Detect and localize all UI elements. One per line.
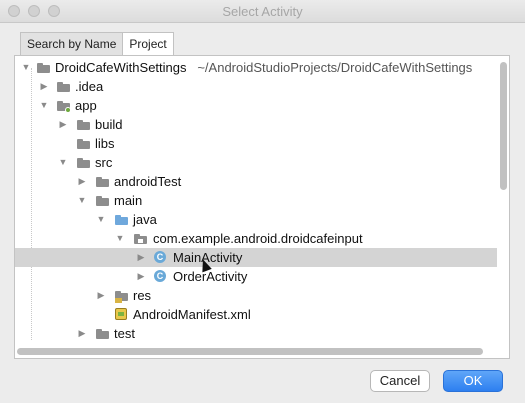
tree-item-label: OrderActivity — [173, 269, 248, 284]
collapsed-arrow-icon[interactable]: ▶ — [95, 286, 107, 305]
class-icon: C — [154, 251, 166, 263]
folder-icon — [96, 196, 109, 206]
tree-row-main[interactable]: ▼ main — [15, 191, 497, 210]
project-tree: ▼ DroidCafeWithSettings ~/AndroidStudioP… — [15, 58, 497, 343]
tree-item-label: app — [75, 98, 97, 113]
tree-item-label: DroidCafeWithSettings ~/AndroidStudioPro… — [55, 60, 473, 75]
tree-item-label: build — [95, 117, 123, 132]
tree-row-src[interactable]: ▼ src — [15, 153, 497, 172]
tree-row-build[interactable]: ▶ build — [15, 115, 497, 134]
tab-project[interactable]: Project — [123, 32, 174, 56]
tree-row-project-root[interactable]: ▼ DroidCafeWithSettings ~/AndroidStudioP… — [15, 58, 497, 77]
cancel-button[interactable]: Cancel — [370, 370, 430, 392]
tree-row-androidtest[interactable]: ▶ androidTest — [15, 172, 497, 191]
tree-row-orderactivity[interactable]: ▶ C OrderActivity — [15, 267, 497, 286]
source-folder-icon — [115, 215, 128, 225]
tree-item-label: java — [133, 212, 157, 227]
collapsed-arrow-icon[interactable]: ▶ — [38, 77, 50, 96]
manifest-icon — [115, 308, 127, 320]
package-icon — [134, 234, 147, 244]
collapsed-arrow-icon[interactable]: ▶ — [76, 172, 88, 191]
collapsed-arrow-icon[interactable]: ▶ — [57, 115, 69, 134]
class-icon: C — [154, 270, 166, 282]
folder-icon — [57, 82, 70, 92]
tree-row-res[interactable]: ▶ res — [15, 286, 497, 305]
project-tree-panel: ▼ DroidCafeWithSettings ~/AndroidStudioP… — [14, 55, 510, 359]
tree-item-label: .idea — [75, 79, 104, 94]
expanded-arrow-icon[interactable]: ▼ — [76, 191, 88, 210]
tree-row-mainactivity[interactable]: ▶ C MainActivity — [15, 248, 497, 267]
tree-row-java[interactable]: ▼ java — [15, 210, 497, 229]
collapsed-arrow-icon[interactable]: ▶ — [135, 267, 147, 286]
tree-row-libs[interactable]: libs — [15, 134, 497, 153]
project-path: ~/AndroidStudioProjects/DroidCafeWithSet… — [197, 60, 473, 75]
tree-item-label: com.example.android.droidcafeinput — [153, 231, 363, 246]
resource-folder-icon — [115, 291, 128, 303]
expanded-arrow-icon[interactable]: ▼ — [57, 153, 69, 172]
tree-row-manifest[interactable]: AndroidManifest.xml — [15, 305, 497, 324]
tree-item-label: AndroidManifest.xml — [133, 307, 251, 322]
folder-icon — [77, 158, 90, 168]
title-bar: Select Activity — [0, 0, 525, 23]
tree-item-label: test — [114, 326, 135, 341]
tree-item-label: main — [114, 193, 143, 208]
tree-row-idea[interactable]: ▶ .idea — [15, 77, 497, 96]
tree-item-label: libs — [95, 136, 115, 151]
tab-search-by-name[interactable]: Search by Name — [20, 32, 124, 55]
folder-icon — [96, 329, 109, 339]
expanded-arrow-icon[interactable]: ▼ — [114, 229, 126, 248]
tree-row-package[interactable]: ▼ com.example.android.droidcafeinput — [15, 229, 497, 248]
folder-icon — [77, 120, 90, 130]
collapsed-arrow-icon[interactable]: ▶ — [135, 248, 147, 267]
project-folder-icon — [37, 63, 50, 73]
vertical-scroll-thumb[interactable] — [500, 62, 507, 190]
module-folder-icon — [57, 101, 71, 113]
tree-item-label: src — [95, 155, 113, 170]
expanded-arrow-icon[interactable]: ▼ — [95, 210, 107, 229]
vertical-scrollbar[interactable] — [500, 60, 507, 342]
horizontal-scroll-thumb[interactable] — [17, 348, 483, 355]
tree-row-test[interactable]: ▶ test — [15, 324, 497, 343]
folder-icon — [96, 177, 109, 187]
expanded-arrow-icon[interactable]: ▼ — [38, 96, 50, 115]
tree-item-label: androidTest — [114, 174, 182, 189]
horizontal-scrollbar[interactable] — [17, 348, 495, 355]
tree-item-label: res — [133, 288, 152, 303]
collapsed-arrow-icon[interactable]: ▶ — [76, 324, 88, 343]
tree-row-app[interactable]: ▼ app — [15, 96, 497, 115]
expanded-arrow-icon[interactable]: ▼ — [20, 58, 32, 77]
tab-bar: Search by Name Project — [20, 32, 174, 56]
ok-button[interactable]: OK — [443, 370, 503, 392]
folder-icon — [77, 139, 90, 149]
window-title: Select Activity — [222, 4, 303, 19]
